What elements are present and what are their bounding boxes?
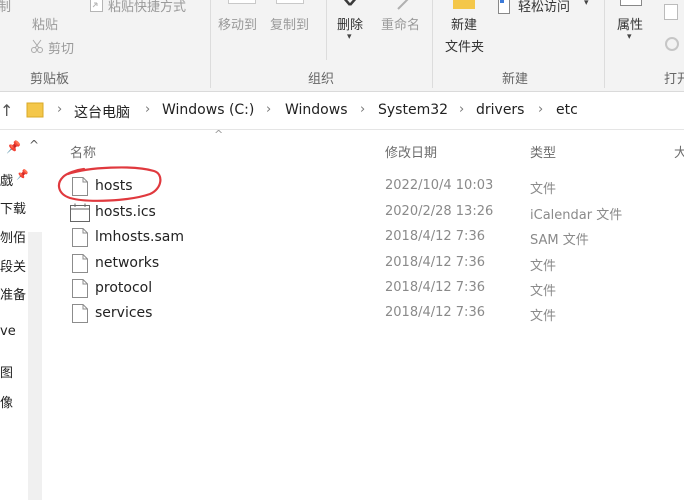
column-header-name[interactable]: 名称 [70,142,96,161]
move-to-button[interactable]: 移动到 [218,14,257,33]
breadcrumb-separator-icon[interactable]: › [360,102,365,117]
paste-shortcut-button[interactable]: 粘贴快捷方式 [108,0,186,15]
properties-button[interactable]: 属性 [617,14,643,33]
file-type: SAM 文件 [530,233,589,248]
up-arrow-icon[interactable]: ↑ [0,101,13,120]
annotation-circle [57,166,162,202]
nav-item[interactable]: 刎佰 [0,227,28,246]
folder-icon [26,101,44,119]
nav-item[interactable]: 段关 [0,256,28,275]
file-type: 文件 [530,309,557,324]
file-name: protocol [95,280,153,296]
new-folder-label-line1[interactable]: 新建 [451,14,477,33]
breadcrumb-system32[interactable]: System32 [378,102,448,118]
breadcrumb-c-drive[interactable]: Windows (C:) [162,102,254,118]
rename-button[interactable]: 重命名 [381,14,420,33]
easy-access-icon [498,0,510,14]
new-folder-icon [453,0,475,9]
file-type: 文件 [530,182,557,197]
sort-indicator-icon: ^ [214,128,224,141]
file-date: 2018/4/12 7:36 [385,255,485,270]
file-type: iCalendar 文件 [530,208,623,223]
rename-icon [396,0,412,10]
scissors-icon [30,38,44,54]
chevron-up-icon[interactable]: ^ [29,138,39,152]
paste-shortcut-icon [90,0,103,12]
file-icon [72,228,88,247]
file-icon [72,304,88,323]
breadcrumb-separator-icon[interactable]: › [538,102,543,117]
file-row-services[interactable]: services 2018/4/12 7:36 文件 [66,301,666,326]
address-bar[interactable]: ↑ › 这台电脑 › Windows (C:) › Windows › Syst… [0,92,684,130]
file-icon [72,279,88,298]
new-group-label: 新建 [502,72,529,87]
ribbon-separator [326,0,327,60]
chevron-down-icon[interactable]: ▾ [347,32,352,42]
file-date: 2018/4/12 7:36 [385,280,485,295]
pin-icon: 📌 [16,170,29,181]
navigation-scrollbar[interactable] [28,232,42,500]
easy-access-button[interactable]: 轻松访问 [518,0,570,15]
breadcrumb-separator-icon[interactable]: › [145,102,150,117]
file-icon [72,254,88,273]
delete-button[interactable]: 删除 [337,14,363,33]
file-type: 文件 [530,259,557,274]
breadcrumb-separator-icon[interactable]: › [57,102,62,117]
ribbon-separator [432,0,433,88]
paste-button[interactable]: 粘贴 [32,14,58,33]
open-group-label: 打开 [664,72,684,87]
file-name: services [95,305,153,321]
organize-group-label: 组织 [308,72,335,87]
nav-item[interactable]: 图 [0,362,28,381]
cut-button[interactable]: 剪切 [48,38,74,57]
column-header-type[interactable]: 类型 [530,142,556,161]
edit-icon [664,36,680,52]
chevron-down-icon[interactable]: ▾ [627,32,632,42]
file-row-networks[interactable]: networks 2018/4/12 7:36 文件 [66,251,666,276]
file-name: networks [95,255,160,271]
move-to-icon [228,0,256,4]
properties-icon [620,0,642,6]
clipboard-group-label: 剪贴板 [30,72,70,87]
file-type: 文件 [530,284,557,299]
file-name: lmhosts.sam [95,229,185,245]
copy-to-icon [276,0,304,4]
delete-icon [340,0,360,10]
cut-button-partial[interactable]: 制 [0,0,11,15]
copy-to-button[interactable]: 复制到 [270,14,309,33]
file-date: 2020/2/28 13:26 [385,204,494,219]
nav-item[interactable]: 下载 [0,198,28,217]
nav-item[interactable]: ve [0,324,28,339]
nav-item[interactable]: 像 [0,392,28,411]
breadcrumb-etc[interactable]: etc [556,102,578,118]
ribbon-separator [210,0,211,88]
chevron-down-icon[interactable]: ▾ [584,0,589,8]
column-header-size[interactable]: 大 [674,142,684,161]
ribbon: 制 粘贴 粘贴快捷方式 剪切 剪贴板 移动到 复制到 删除 ▾ 重命名 组织 新… [0,0,684,92]
ribbon-separator [604,0,605,88]
file-date: 2022/10/4 10:03 [385,178,494,193]
breadcrumb-separator-icon[interactable]: › [459,102,464,117]
new-folder-label-line2[interactable]: 文件夹 [445,36,484,55]
breadcrumb-windows[interactable]: Windows [285,102,348,118]
file-row-protocol[interactable]: protocol 2018/4/12 7:36 文件 [66,276,666,301]
breadcrumb-drivers[interactable]: drivers [476,102,524,118]
file-name: hosts.ics [95,204,156,220]
open-icon [664,4,678,20]
file-row-lmhosts-sam[interactable]: lmhosts.sam 2018/4/12 7:36 SAM 文件 [66,225,666,250]
pin-icon: 📌 [6,140,21,154]
breadcrumb-separator-icon[interactable]: › [266,102,271,117]
breadcrumb-this-pc[interactable]: 这台电脑 [74,102,130,122]
column-header-date[interactable]: 修改日期 [385,142,437,161]
nav-item[interactable]: 准备 [0,284,28,303]
file-date: 2018/4/12 7:36 [385,229,485,244]
file-date: 2018/4/12 7:36 [385,305,485,320]
